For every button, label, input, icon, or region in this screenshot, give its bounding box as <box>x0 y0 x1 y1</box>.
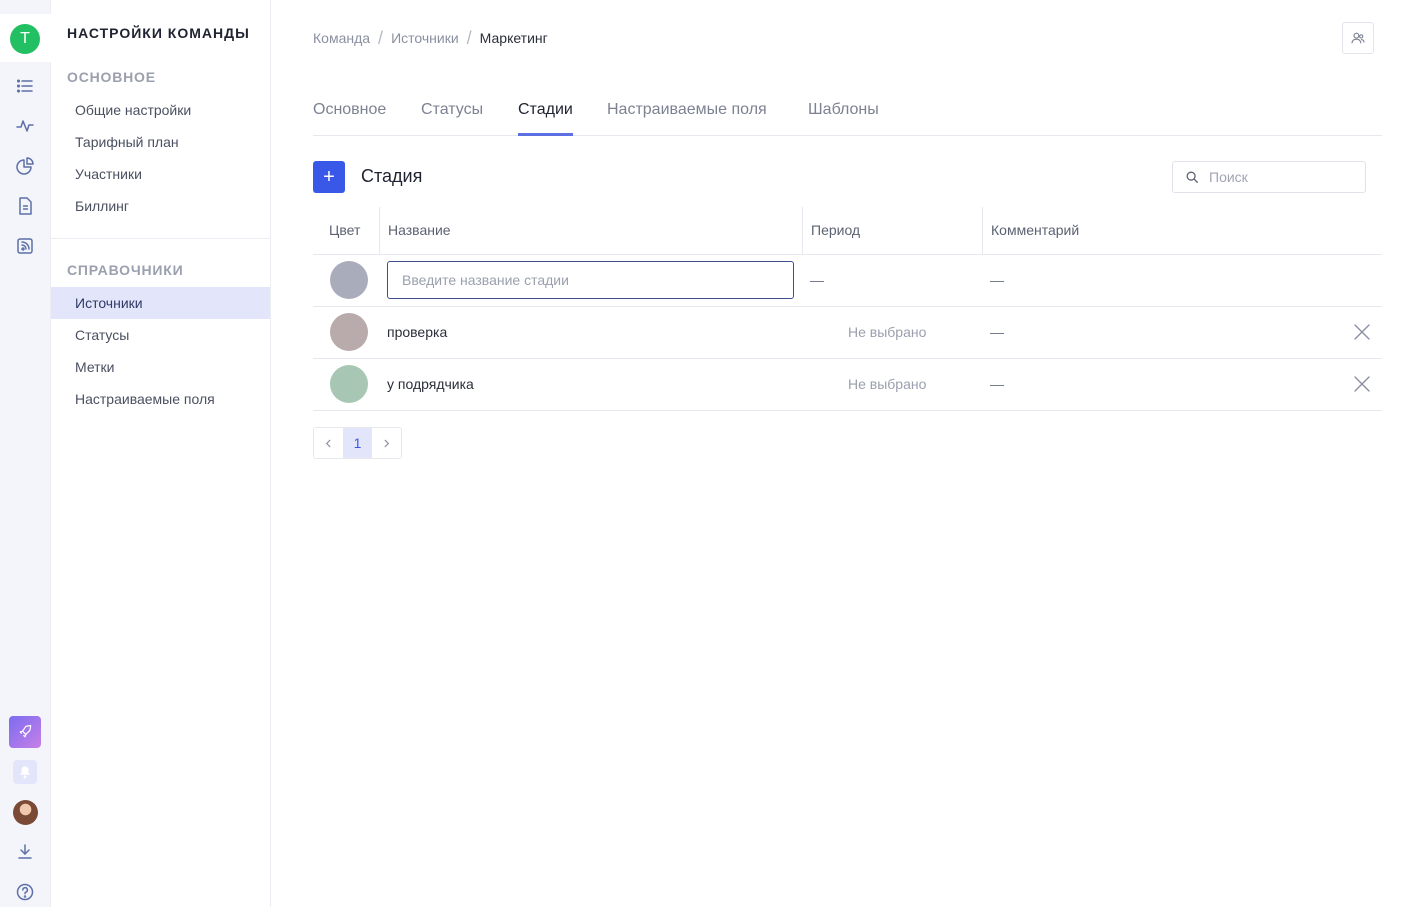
next-page-button[interactable] <box>372 428 401 458</box>
chevron-right-icon <box>384 439 390 447</box>
sidebar-item-billing[interactable]: Биллинг <box>51 190 270 222</box>
search-input[interactable] <box>1209 169 1359 185</box>
stage-name[interactable]: у подрядчика <box>387 359 474 410</box>
stage-name[interactable]: проверка <box>387 307 447 358</box>
tab-templates[interactable]: Шаблоны <box>808 101 879 136</box>
tab-statuses[interactable]: Статусы <box>421 101 483 136</box>
list-icon[interactable] <box>15 76 35 96</box>
document-icon[interactable] <box>15 196 35 216</box>
icon-rail: T <box>0 0 51 907</box>
breadcrumb-sources[interactable]: Источники <box>391 30 459 46</box>
table-row: у подрядчика Не выбрано — <box>313 359 1382 411</box>
tabs-bar: Основное Статусы Стадии Настраиваемые по… <box>313 95 1382 136</box>
sidebar-item-members[interactable]: Участники <box>51 158 270 190</box>
column-header-color: Цвет <box>329 222 361 238</box>
download-icon[interactable] <box>15 842 35 862</box>
rocket-icon[interactable] <box>9 716 41 748</box>
sidebar-item-sources[interactable]: Источники <box>51 287 270 319</box>
chevron-left-icon <box>325 439 331 447</box>
prev-page-button[interactable] <box>314 428 343 458</box>
period-value[interactable]: Не выбрано <box>848 359 926 410</box>
color-swatch[interactable] <box>330 365 368 403</box>
comment-value[interactable]: — <box>990 255 1004 306</box>
period-value[interactable]: Не выбрано <box>848 307 926 358</box>
add-stage-button[interactable]: + <box>313 161 345 193</box>
feed-icon[interactable] <box>15 236 35 256</box>
sidebar-item-plan[interactable]: Тарифный план <box>51 126 270 158</box>
section-heading: Стадия <box>361 166 423 186</box>
search-icon <box>1186 171 1198 183</box>
column-header-comment: Комментарий <box>982 207 1382 254</box>
color-swatch[interactable] <box>330 261 368 299</box>
sidebar-item-tags[interactable]: Метки <box>51 351 270 383</box>
sidebar-item-custom-fields[interactable]: Настраиваемые поля <box>51 383 270 415</box>
new-stage-row: — — <box>313 255 1382 307</box>
pagination: 1 <box>313 427 402 459</box>
help-icon[interactable] <box>15 882 35 902</box>
column-header-name: Название <box>379 207 802 254</box>
table-header: Цвет Название Период Комментарий <box>313 207 1382 255</box>
team-avatar[interactable]: T <box>10 24 40 54</box>
team-members-button[interactable] <box>1342 22 1374 54</box>
section-title-directories: СПРАВОЧНИКИ <box>67 262 184 278</box>
settings-sidebar: НАСТРОЙКИ КОМАНДЫ ОСНОВНОЕ Общие настрой… <box>51 0 271 907</box>
user-avatar[interactable] <box>13 800 38 825</box>
search-box <box>1172 161 1366 193</box>
breadcrumb: Команда / Источники / Маркетинг <box>313 27 548 48</box>
breadcrumb-separator: / <box>466 27 472 48</box>
delete-stage-button[interactable] <box>1352 374 1372 394</box>
color-swatch[interactable] <box>330 313 368 351</box>
sidebar-title: НАСТРОЙКИ КОМАНДЫ <box>67 25 250 41</box>
sidebar-divider <box>51 238 270 239</box>
breadcrumb-current: Маркетинг <box>479 30 548 46</box>
table-row: проверка Не выбрано — <box>313 307 1382 359</box>
stages-table: Цвет Название Период Комментарий — — про… <box>313 207 1382 411</box>
comment-value[interactable]: — <box>990 359 1004 410</box>
delete-stage-button[interactable] <box>1352 322 1372 342</box>
page-button[interactable]: 1 <box>343 428 372 458</box>
bell-icon[interactable] <box>13 760 37 784</box>
column-header-period: Период <box>802 207 982 254</box>
period-value[interactable]: — <box>810 255 824 306</box>
close-icon <box>1354 324 1370 340</box>
tab-custom-fields[interactable]: Настраиваемые поля <box>607 101 767 136</box>
sidebar-item-statuses[interactable]: Статусы <box>51 319 270 351</box>
comment-value[interactable]: — <box>990 307 1004 358</box>
tab-general[interactable]: Основное <box>313 101 386 136</box>
section-title-main: ОСНОВНОЕ <box>67 69 156 85</box>
sidebar-item-general[interactable]: Общие настройки <box>51 94 270 126</box>
breadcrumb-team[interactable]: Команда <box>313 30 370 46</box>
users-icon <box>1351 32 1365 44</box>
pie-chart-icon[interactable] <box>15 156 35 176</box>
close-icon <box>1354 376 1370 392</box>
activity-icon[interactable] <box>15 116 35 136</box>
stage-name-input[interactable] <box>387 261 794 299</box>
tab-stages[interactable]: Стадии <box>518 101 573 136</box>
breadcrumb-separator: / <box>378 27 384 48</box>
